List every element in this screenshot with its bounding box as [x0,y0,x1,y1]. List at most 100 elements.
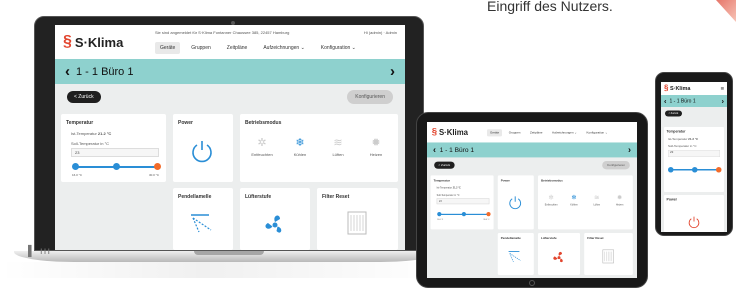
slider-max-knob[interactable] [154,163,161,170]
tablet-vane-card: Pendellamelle [497,233,534,275]
vane-icon[interactable] [507,250,523,263]
tablet-power-card: Power [497,175,534,230]
snowflake-icon: ❄ [571,194,577,202]
tablet-mode-dehumidify[interactable]: ✲ Entfeuchten [542,193,561,206]
tablet-filter-title: Filter Reset [587,236,604,241]
tablet-nav-aufzeichnungen[interactable]: Aufzeichnungen ⌄ [549,129,580,136]
chevron-right-icon[interactable]: › [628,145,631,154]
tablet-configure-button[interactable]: Konfigurieren [602,161,630,170]
back-button[interactable]: < Zurück [67,91,101,103]
slider-value-knob[interactable] [113,163,120,170]
phone-slider-value-knob[interactable] [692,167,698,173]
power-icon[interactable] [189,138,215,164]
temperature-card: Temperatur Ist-Temperatur 21.2 °C Soll-T… [61,114,166,182]
chevron-left-icon[interactable]: ‹ [664,97,667,105]
chevron-right-icon[interactable]: › [722,97,725,105]
tablet-brand-logo: § S·Klima [431,126,468,137]
tablet-back-button[interactable]: < Zurück [434,161,455,169]
phone-slider-max-knob[interactable] [716,167,722,173]
nav-item-geraete[interactable]: Geräte [155,42,181,54]
brand-name: S·Klima [74,34,124,50]
tablet-nav-geraete[interactable]: Geräte [487,129,503,137]
brand-logo: § S·Klima [63,33,123,51]
tablet-nav-konfiguration[interactable]: Konfiguration ⌄ [583,129,610,136]
tablet-toolbar: < Zurück Konfigurieren [427,157,637,173]
menu-icon[interactable]: ≡ [720,85,724,92]
setpoint-input[interactable]: 23 [71,148,159,157]
vane-title: Pendellamelle [178,194,212,200]
phone-header: § S·Klima ≡ [661,82,727,95]
range-min-label: 16.0 °C [72,173,83,177]
tablet-fan-card: Lüfterstufe [538,233,580,275]
fan-card: Lüfterstufe [240,188,310,250]
chevron-left-icon[interactable]: ‹ [65,64,70,79]
mode-fan[interactable]: ≋ Lüften [322,136,354,157]
tablet-mode-fan[interactable]: ≋ Lüften [587,193,606,206]
wind-icon: ≋ [594,194,600,202]
phone-power-title: Power [666,198,678,202]
vane-icon[interactable] [189,212,215,234]
tablet-setpoint-input[interactable]: 23 [436,198,490,205]
mode-heat[interactable]: ✹ Heizen [360,136,392,157]
device-title: 1 - 1 Büro 1 [76,65,134,78]
laptop-notch [194,251,264,255]
tablet-range-min-label: 16.0 °C [437,218,444,221]
tablet-temperature-card: Temperatur Ist-Temperatur 21.2 °C Soll-T… [430,175,494,230]
tablet-control-grid: Temperatur Ist-Temperatur 21.2 °C Soll-T… [427,173,637,278]
tablet-slider-min-knob[interactable] [437,212,442,217]
fan-icon[interactable] [262,212,288,238]
configure-button[interactable]: Konfigurieren [347,90,393,104]
phone-toolbar: < Zurück [661,107,727,120]
phone-screen: § S·Klima ≡ ‹ 1 - 1 Büro 1 › < Zurück Tem… [661,82,727,232]
sun-icon: ✹ [371,137,381,149]
nav-item-aufzeichnungen[interactable]: Aufzeichnungen ⌄ [258,42,309,54]
power-card: Power [173,114,233,182]
tablet-nav-gruppen[interactable]: Gruppen [506,129,524,136]
laptop-shadow [0,262,450,278]
phone-setpoint-input[interactable]: 23 [668,150,720,157]
power-icon[interactable] [687,215,701,229]
tablet-mode-heat[interactable]: ✹ Heizen [610,193,629,206]
vane-card: Pendellamelle [173,188,233,250]
tablet-setpoint-label: Soll-Temperatur in °C [436,193,460,197]
phone-brand-logo: § S·Klima [664,84,691,93]
nav-item-zeitplaene[interactable]: Zeitpläne [222,42,253,54]
mode-cool[interactable]: ❄ Kühlen [284,136,316,157]
chevron-right-icon[interactable]: › [390,64,395,79]
phone-back-button[interactable]: < Zurück [665,110,682,117]
filter-icon[interactable] [345,210,369,236]
phone-temperature-card: Temperatur Ist-Temperatur 21.2 °C Soll-T… [664,127,724,192]
tablet-mode-title: Betriebsmodus [541,179,563,183]
phone-power-card: Power [664,195,724,232]
tablet-nav: Geräte Gruppen Zeitpläne Aufzeichnungen … [487,129,611,137]
tablet-nav-zeitplaene[interactable]: Zeitpläne [527,129,545,136]
tablet-range-max-label: 30.0 °C [483,218,490,221]
laptop-port-marks: ▌ ııı [28,246,52,257]
phone-title-bar: ‹ 1 - 1 Büro 1 › [661,95,727,107]
temperature-title: Temperatur [66,120,94,126]
nav-item-konfiguration[interactable]: Konfiguration ⌄ [316,42,361,54]
phone-temperature-title: Temperatur [666,130,686,134]
slider-min-knob[interactable] [72,163,79,170]
filter-icon[interactable] [601,249,615,265]
tablet-current-temperature: Ist-Temperatur 21.2 °C [436,186,461,190]
header-user-info[interactable]: Hi (admin) · Admin [364,30,397,35]
tablet-slider-max-knob[interactable] [486,212,491,217]
tablet-mode-cool[interactable]: ❄ Kühlen [564,193,583,206]
tablet-mode-card: Betriebsmodus ✲ Entfeuchten ❄ Kühlen ≋ Lüft… [538,175,633,230]
tablet-slider-value-knob[interactable] [461,212,466,217]
tablet-home-button [529,280,535,286]
brand-mark-icon: § [664,84,669,93]
main-nav: Geräte Gruppen Zeitpläne Aufzeichnungen … [155,42,361,54]
droplet-icon: ✲ [257,137,267,149]
chevron-left-icon[interactable]: ‹ [433,145,436,154]
mode-dehumidify[interactable]: ✲ Entfeuchten [246,136,278,157]
fan-icon[interactable] [551,250,567,266]
nav-item-gruppen[interactable]: Gruppen [186,42,215,54]
mode-title: Betriebsmodus [245,120,282,126]
phone-slider-min-knob[interactable] [668,167,674,173]
control-grid: Temperatur Ist-Temperatur 21.2 °C Soll-T… [55,110,405,250]
tablet-header: § S·Klima Geräte Gruppen Zeitpläne Aufzei… [427,122,637,143]
phone-device-title: 1 - 1 Büro 1 [669,98,696,104]
power-icon[interactable] [507,195,523,211]
